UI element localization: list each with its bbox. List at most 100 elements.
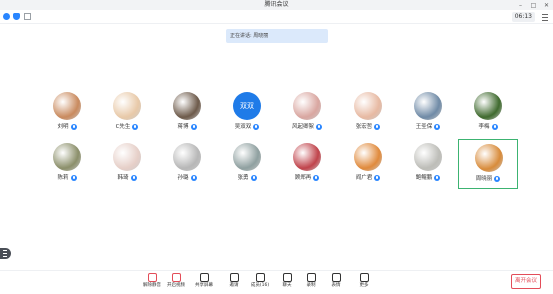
microphone-icon	[374, 175, 381, 181]
participant-tile[interactable]: 陈莉	[37, 139, 97, 189]
participant-label-row: C先生	[97, 123, 157, 131]
meeting-toolbar: 06:13	[0, 10, 553, 24]
microphone-icon	[250, 175, 257, 181]
participant-label-row: 风起卿絮	[277, 123, 337, 131]
participant-label-row: 王圣保	[398, 123, 458, 131]
participant-avatar	[414, 92, 442, 120]
participant-name: 吴双双	[234, 124, 252, 130]
more-button[interactable]: 更多	[350, 273, 378, 293]
participant-avatar	[474, 92, 502, 120]
participant-label-row: 蒋博	[157, 123, 217, 131]
participant-avatar	[475, 144, 503, 172]
participant-name: 孙璐	[177, 175, 189, 181]
participant-tile[interactable]: 王圣保	[398, 88, 458, 138]
participant-avatar	[293, 143, 321, 171]
participant-tile[interactable]: 鲍鲲鹏	[398, 139, 458, 189]
network-signal-icon[interactable]	[24, 13, 31, 20]
participant-label-row: 李梅	[458, 123, 518, 131]
window-title: 腾讯会议	[264, 1, 289, 8]
camera-off-button[interactable]: 开启视频	[162, 273, 190, 293]
control-label: 录制	[306, 283, 316, 288]
meeting-window: 腾讯会议 – □ ✕ 06:13 正在讲话: 周晓丽 刘明 C先生 蒋博 双双 吴双双风…	[0, 0, 553, 294]
participant-name: C先生	[115, 124, 131, 130]
emoji-icon	[331, 273, 341, 282]
participant-tile[interactable]: 顾郑再	[277, 139, 337, 189]
control-label: 更多	[359, 283, 369, 288]
participant-name: 刘明	[57, 124, 69, 130]
camera-off-icon	[171, 273, 181, 282]
participant-avatar	[173, 92, 201, 120]
mic-muted-icon	[147, 273, 157, 282]
meeting-timer: 06:13	[511, 12, 535, 22]
control-label: 邀请	[229, 283, 239, 288]
participant-name: 陈莉	[57, 175, 69, 181]
side-panel-toggle-icon[interactable]	[0, 248, 11, 259]
close-icon[interactable]: ✕	[542, 1, 551, 10]
participant-name: 鲍鲲鹏	[415, 175, 433, 181]
microphone-icon	[130, 175, 137, 181]
more-icon	[359, 273, 369, 282]
participant-tile[interactable]: 周晓丽	[458, 139, 518, 189]
participant-name: 张勇	[237, 175, 249, 181]
participant-name: 王圣保	[415, 124, 433, 130]
control-label: 表情	[331, 283, 341, 288]
record-button[interactable]: 录制	[297, 273, 325, 293]
screen-share-icon	[199, 273, 209, 282]
microphone-icon	[190, 175, 197, 181]
participant-label-row: 刘明	[37, 123, 97, 131]
chat-icon	[282, 273, 292, 282]
microphone-icon	[70, 175, 77, 181]
control-label: 成员(16)	[250, 283, 270, 288]
participant-label-row: 吴双双	[217, 123, 277, 131]
invite-button[interactable]: 邀请	[220, 273, 248, 293]
participant-tile[interactable]: 蒋博	[157, 88, 217, 138]
participant-name: 韩琦	[117, 175, 129, 181]
participant-tile[interactable]: 张宏哲	[338, 88, 398, 138]
control-bar: 离开会议 解除静音 开启视频 共享屏幕 邀请 成员(16) 聊天 录制 表情 更多	[0, 270, 553, 294]
participant-tile[interactable]: 孙璐	[157, 139, 217, 189]
layout-menu-icon[interactable]	[541, 12, 549, 22]
avatar-initials: 双双	[233, 92, 261, 120]
participant-tile[interactable]: 风起卿絮	[277, 88, 337, 138]
emoji-button[interactable]: 表情	[322, 273, 350, 293]
speaking-banner: 正在讲话: 周晓丽	[226, 29, 328, 43]
participant-avatar	[53, 92, 81, 120]
participant-name: 张宏哲	[355, 124, 373, 130]
members-button[interactable]: 成员(16)	[246, 273, 274, 293]
security-shield-icon[interactable]	[13, 13, 20, 20]
microphone-icon	[491, 124, 498, 130]
participant-tile[interactable]: 阎广君	[338, 139, 398, 189]
participant-avatar	[414, 143, 442, 171]
meeting-info-icon[interactable]	[3, 13, 10, 20]
maximize-icon[interactable]: □	[529, 1, 538, 10]
participant-tile[interactable]: 双双 吴双双	[217, 88, 277, 138]
microphone-icon	[190, 124, 197, 130]
window-controls: – □ ✕	[516, 0, 551, 10]
participant-tile[interactable]: 李梅	[458, 88, 518, 138]
participant-name: 蒋博	[177, 124, 189, 130]
microphone-icon	[70, 124, 77, 130]
participant-avatar	[354, 92, 382, 120]
invite-icon	[229, 273, 239, 282]
control-label: 开启视频	[167, 283, 185, 288]
microphone-icon	[494, 176, 501, 182]
screen-share-button[interactable]: 共享屏幕	[190, 273, 218, 293]
participant-avatar	[233, 143, 261, 171]
record-icon	[306, 273, 316, 282]
microphone-icon	[316, 124, 322, 130]
leave-meeting-button[interactable]: 离开会议	[511, 274, 541, 289]
participant-tile[interactable]: 韩琦	[97, 139, 157, 189]
participant-tile[interactable]: 张勇	[217, 139, 277, 189]
microphone-icon	[313, 175, 320, 181]
participant-name: 阎广君	[355, 175, 373, 181]
participant-tile[interactable]: C先生	[97, 88, 157, 138]
participant-avatar: 双双	[233, 92, 261, 120]
control-label: 共享屏幕	[195, 283, 213, 288]
participant-label-row: 张宏哲	[338, 123, 398, 131]
participant-label-row: 张勇	[217, 174, 277, 182]
participant-tile[interactable]: 刘明	[37, 88, 97, 138]
minimize-icon[interactable]: –	[516, 1, 525, 10]
participant-avatar	[113, 143, 141, 171]
microphone-icon	[434, 175, 441, 181]
participant-name: 李梅	[478, 124, 490, 130]
